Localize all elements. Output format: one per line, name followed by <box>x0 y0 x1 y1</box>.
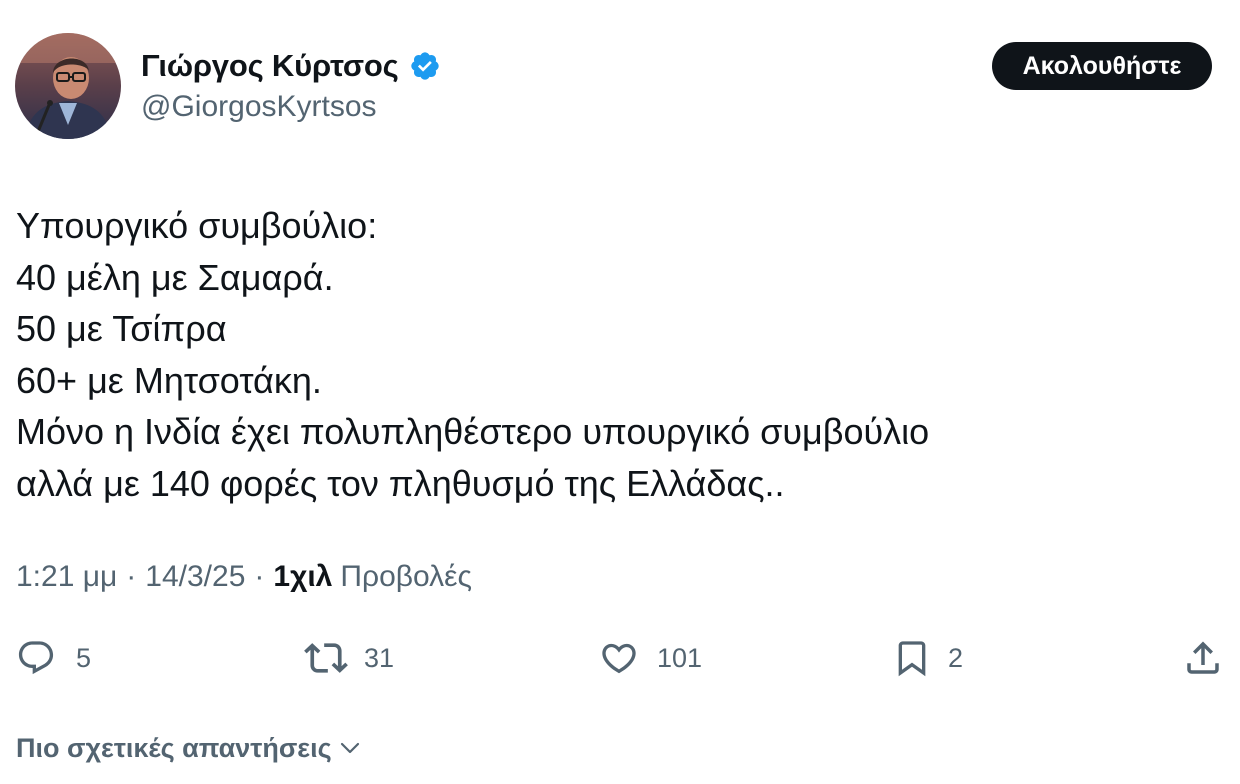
reply-sort-label: Πιο σχετικές απαντήσεις <box>16 732 332 763</box>
share-icon <box>1187 641 1219 674</box>
tweet-line: 60+ με Μητσοτάκη. <box>16 359 322 401</box>
tweet-text: Υπουργικό συμβούλιο: 40 μέλη με Σαμαρά. … <box>16 200 1216 509</box>
reply-icon <box>18 641 54 675</box>
author-name-row[interactable]: Γιώργος Κύρτσος <box>141 44 441 88</box>
tweet-line: 50 με Τσίπρα <box>16 308 227 349</box>
like-button[interactable]: 101 <box>599 634 702 682</box>
verified-badge-icon[interactable] <box>409 50 441 82</box>
reply-button[interactable]: 5 <box>16 634 91 682</box>
chevron-down-icon <box>340 742 359 754</box>
tweet-line: 40 μέλη με Σαμαρά. <box>16 256 334 298</box>
follow-button[interactable]: Ακολουθήστε <box>992 42 1212 90</box>
like-count: 101 <box>657 642 703 673</box>
retweet-count: 31 <box>364 642 395 673</box>
bookmark-icon <box>898 641 926 677</box>
bookmark-button[interactable]: 2 <box>892 634 963 682</box>
reply-count: 5 <box>76 642 92 673</box>
tweet-date[interactable]: 14/3/25 <box>145 560 245 594</box>
heart-icon <box>602 643 636 674</box>
retweet-button[interactable]: 31 <box>304 634 394 682</box>
views-count[interactable]: 1χιλ <box>273 560 332 594</box>
author-handle[interactable]: @GiorgosKyrtsos <box>141 90 377 124</box>
meta-separator: · <box>254 560 265 593</box>
meta-separator: · <box>126 560 137 593</box>
tweet-line: Μόνο η Ινδία έχει πολυπληθέστερο υπουργι… <box>16 411 930 452</box>
tweet-line: Υπουργικό συμβούλιο: <box>16 205 378 246</box>
tweet-meta: 1:21 μμ · 14/3/25 · 1χιλ Προβολές <box>16 560 472 594</box>
profile-photo <box>15 33 121 139</box>
avatar[interactable] <box>15 33 121 139</box>
retweet-icon <box>304 643 348 673</box>
tweet-line: αλλά με 140 φορές τον πληθυσμό της Ελλάδ… <box>16 462 785 504</box>
share-button[interactable] <box>1182 634 1224 682</box>
tweet-time[interactable]: 1:21 μμ <box>16 560 117 594</box>
views-label[interactable]: Προβολές <box>340 560 472 594</box>
author-display-name[interactable]: Γιώργος Κύρτσος <box>141 48 399 84</box>
bookmark-count: 2 <box>948 642 964 673</box>
reply-sort-dropdown[interactable]: Πιο σχετικές απαντήσεις <box>16 730 362 766</box>
